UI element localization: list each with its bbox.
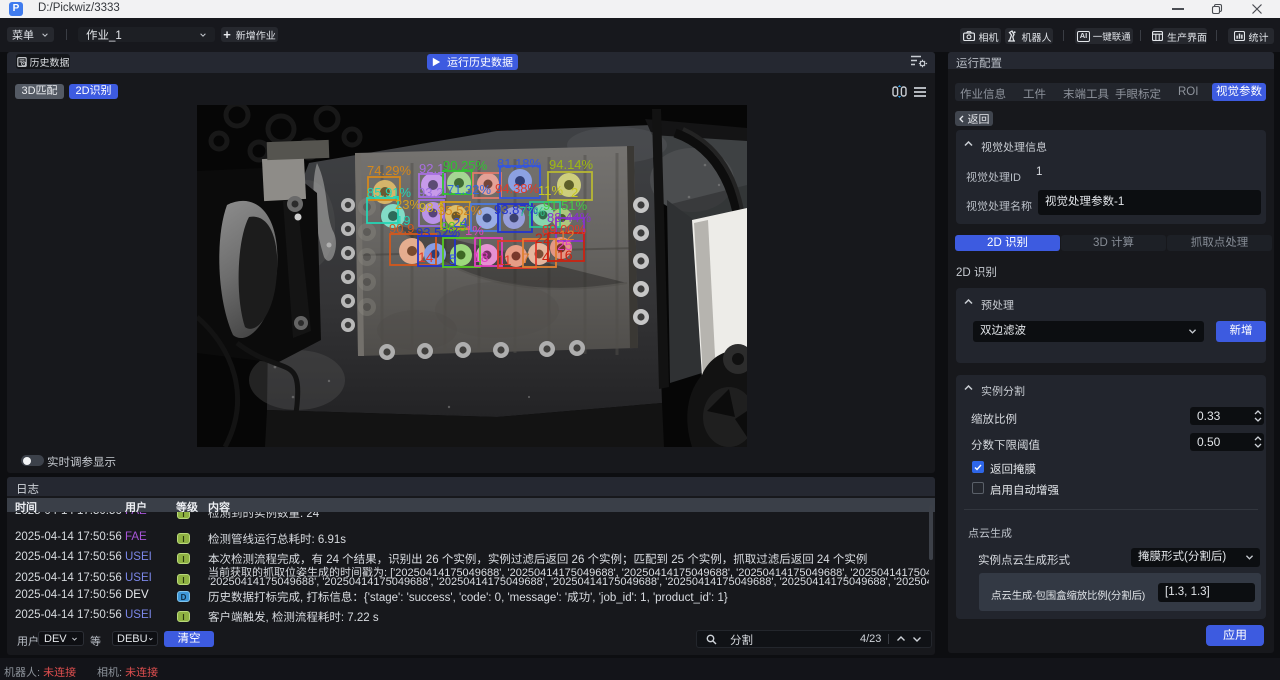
svg-text:7: 7 [522,250,530,266]
svg-text:93.2: 93.2 [418,185,443,200]
svg-text:77%: 77% [519,204,545,219]
svg-text:1%: 1% [465,223,484,238]
svg-text:71.32%: 71.32% [447,182,492,197]
svg-text:11: 11 [497,252,512,268]
svg-text:11%: 11% [538,183,563,198]
svg-text:92.1: 92.1 [419,161,444,176]
svg-text:90.9: 90.9 [389,221,414,236]
svg-text:90.25%: 90.25% [443,158,488,173]
svg-text:74.29%: 74.29% [367,163,412,178]
svg-text:94.14%: 94.14% [549,157,594,172]
svg-text:24: 24 [453,215,467,230]
svg-text:94.38%: 94.38% [495,181,540,196]
svg-text:14: 14 [418,249,434,265]
svg-text:16: 16 [557,247,573,263]
svg-text:81.18%: 81.18% [497,156,542,171]
svg-text:5: 5 [449,251,457,267]
svg-text:18: 18 [473,249,489,265]
svg-text:22: 22 [535,230,551,246]
svg-text:23%: 23% [395,197,421,212]
svg-text:4: 4 [542,249,550,265]
